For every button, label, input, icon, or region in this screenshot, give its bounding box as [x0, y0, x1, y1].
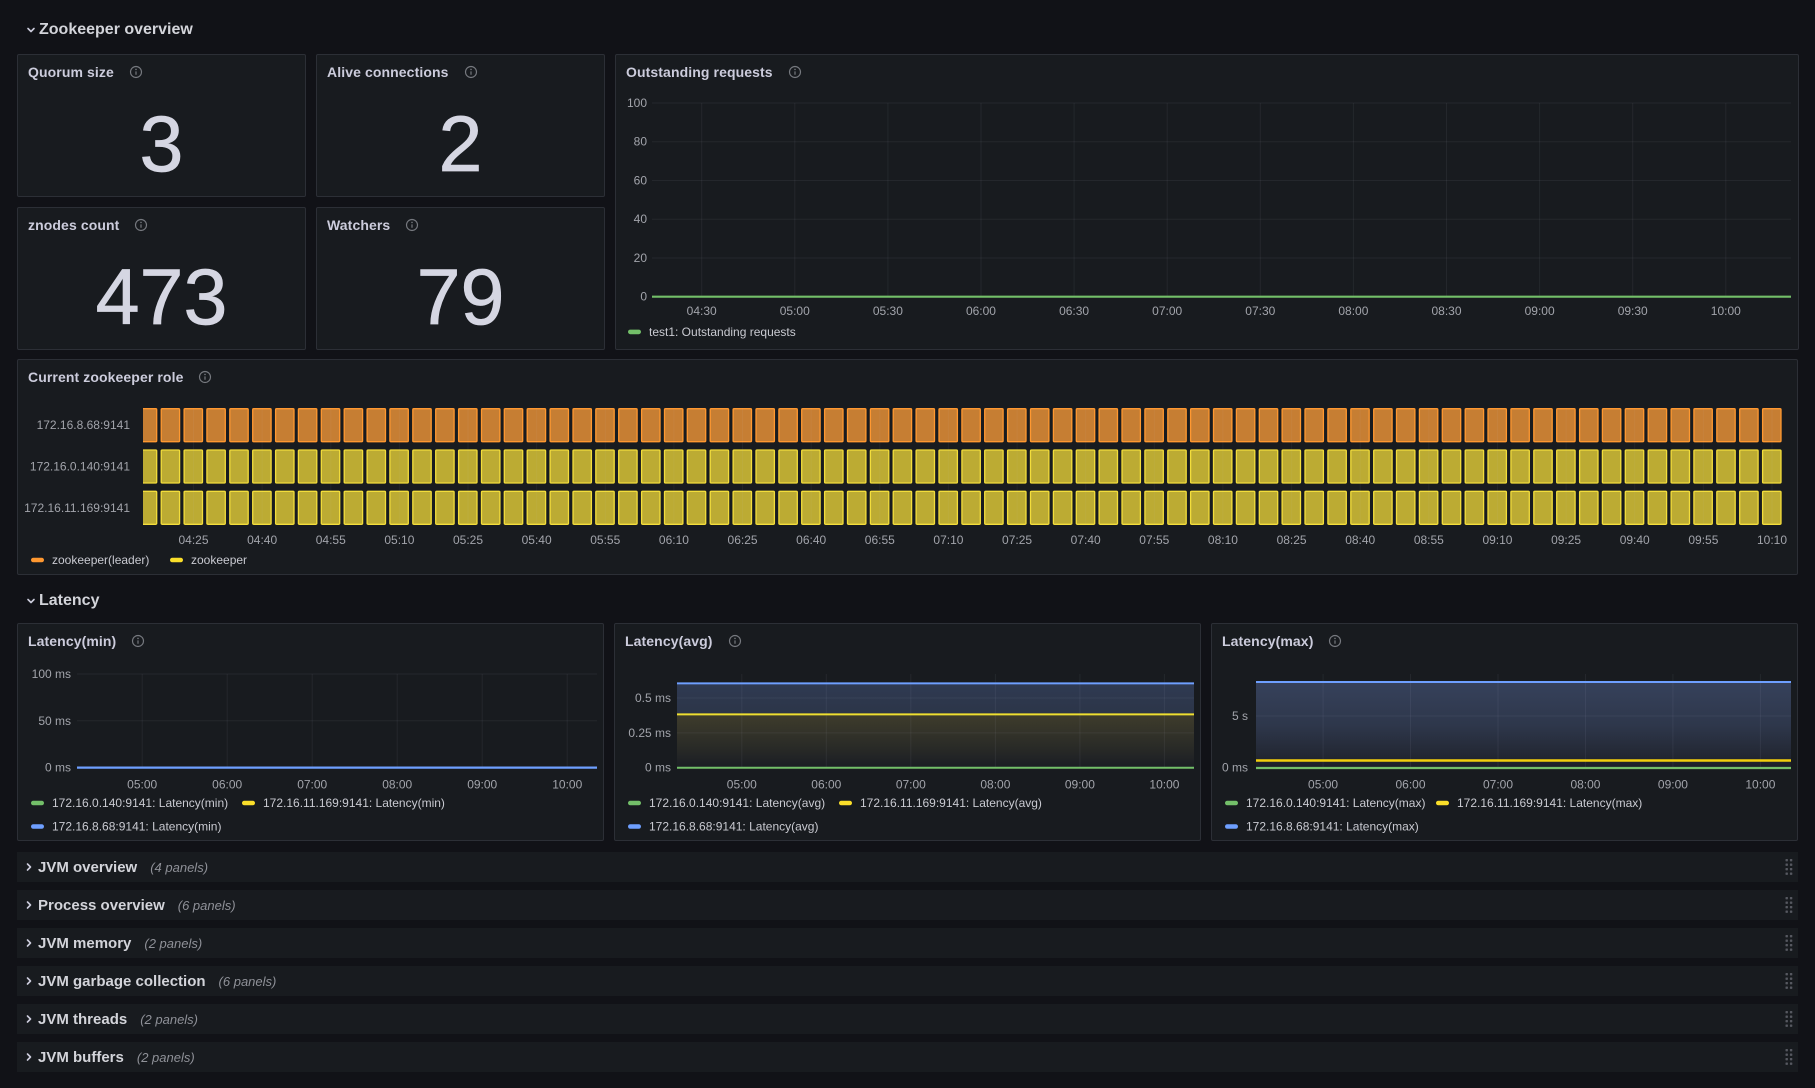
svg-text:10:00: 10:00	[552, 778, 582, 792]
svg-text:08:30: 08:30	[1431, 304, 1461, 318]
svg-text:10:00: 10:00	[1711, 304, 1741, 318]
svg-text:06:00: 06:00	[1396, 778, 1426, 792]
svg-text:172.16.11.169:9141: Latency(av: 172.16.11.169:9141: Latency(avg)	[860, 796, 1042, 810]
svg-text:05:40: 05:40	[522, 533, 552, 547]
svg-text:0.25 ms: 0.25 ms	[628, 726, 671, 740]
svg-text:0 ms: 0 ms	[1222, 761, 1248, 775]
svg-text:08:00: 08:00	[1570, 778, 1600, 792]
svg-text:05:00: 05:00	[1308, 778, 1338, 792]
svg-text:09:00: 09:00	[1065, 778, 1095, 792]
svg-text:08:00: 08:00	[382, 778, 412, 792]
svg-text:05:55: 05:55	[590, 533, 620, 547]
svg-text:10:10: 10:10	[1757, 533, 1787, 547]
svg-text:07:25: 07:25	[1002, 533, 1032, 547]
svg-text:05:10: 05:10	[384, 533, 414, 547]
svg-text:0 ms: 0 ms	[45, 761, 71, 775]
svg-text:172.16.0.140:9141: Latency(max: 172.16.0.140:9141: Latency(max)	[1246, 796, 1425, 810]
svg-text:09:00: 09:00	[467, 778, 497, 792]
svg-text:10:00: 10:00	[1149, 778, 1179, 792]
svg-text:06:55: 06:55	[865, 533, 895, 547]
svg-text:0.5 ms: 0.5 ms	[635, 691, 671, 705]
svg-text:06:00: 06:00	[966, 304, 996, 318]
svg-text:172.16.11.169:9141: 172.16.11.169:9141	[24, 501, 130, 515]
svg-text:07:40: 07:40	[1071, 533, 1101, 547]
svg-text:05:00: 05:00	[127, 778, 157, 792]
svg-text:05:00: 05:00	[727, 778, 757, 792]
svg-text:06:25: 06:25	[728, 533, 758, 547]
svg-text:07:00: 07:00	[297, 778, 327, 792]
svg-text:172.16.8.68:9141: Latency(avg): 172.16.8.68:9141: Latency(avg)	[649, 820, 818, 834]
svg-text:06:30: 06:30	[1059, 304, 1089, 318]
svg-text:zookeeper(leader): zookeeper(leader)	[52, 553, 149, 567]
svg-text:08:00: 08:00	[980, 778, 1010, 792]
svg-text:04:30: 04:30	[687, 304, 717, 318]
svg-text:50 ms: 50 ms	[38, 714, 71, 728]
svg-text:07:00: 07:00	[896, 778, 926, 792]
svg-text:08:25: 08:25	[1277, 533, 1307, 547]
svg-text:06:10: 06:10	[659, 533, 689, 547]
svg-text:80: 80	[634, 135, 648, 149]
svg-text:09:55: 09:55	[1688, 533, 1718, 547]
svg-text:04:40: 04:40	[247, 533, 277, 547]
svg-text:04:25: 04:25	[178, 533, 208, 547]
svg-text:07:00: 07:00	[1152, 304, 1182, 318]
svg-text:08:40: 08:40	[1345, 533, 1375, 547]
svg-text:09:00: 09:00	[1658, 778, 1688, 792]
svg-text:5 s: 5 s	[1232, 709, 1248, 723]
svg-text:100: 100	[627, 96, 647, 110]
svg-text:09:00: 09:00	[1525, 304, 1555, 318]
svg-text:60: 60	[634, 173, 648, 187]
svg-text:172.16.0.140:9141: 172.16.0.140:9141	[30, 460, 130, 474]
svg-text:172.16.0.140:9141: Latency(avg: 172.16.0.140:9141: Latency(avg)	[649, 796, 825, 810]
svg-text:172.16.11.169:9141: Latency(mi: 172.16.11.169:9141: Latency(min)	[263, 796, 445, 810]
svg-text:08:10: 08:10	[1208, 533, 1238, 547]
svg-text:test1: Outstanding requests: test1: Outstanding requests	[649, 325, 796, 339]
svg-text:172.16.8.68:9141: 172.16.8.68:9141	[37, 418, 131, 432]
svg-text:07:10: 07:10	[933, 533, 963, 547]
svg-text:05:30: 05:30	[873, 304, 903, 318]
svg-text:05:00: 05:00	[780, 304, 810, 318]
svg-text:40: 40	[634, 212, 648, 226]
svg-text:09:40: 09:40	[1620, 533, 1650, 547]
svg-text:09:30: 09:30	[1618, 304, 1648, 318]
svg-text:0 ms: 0 ms	[645, 761, 671, 775]
svg-text:100 ms: 100 ms	[32, 667, 71, 681]
svg-text:05:25: 05:25	[453, 533, 483, 547]
svg-text:0: 0	[640, 290, 647, 304]
svg-text:06:00: 06:00	[811, 778, 841, 792]
svg-text:09:25: 09:25	[1551, 533, 1581, 547]
svg-text:07:00: 07:00	[1483, 778, 1513, 792]
svg-text:172.16.8.68:9141: Latency(min): 172.16.8.68:9141: Latency(min)	[52, 820, 221, 834]
svg-text:172.16.0.140:9141: Latency(min: 172.16.0.140:9141: Latency(min)	[52, 796, 228, 810]
svg-text:172.16.11.169:9141: Latency(ma: 172.16.11.169:9141: Latency(max)	[1457, 796, 1642, 810]
svg-text:08:00: 08:00	[1338, 304, 1368, 318]
svg-text:08:55: 08:55	[1414, 533, 1444, 547]
svg-text:172.16.8.68:9141: Latency(max): 172.16.8.68:9141: Latency(max)	[1246, 820, 1419, 834]
svg-text:07:55: 07:55	[1139, 533, 1169, 547]
svg-text:09:10: 09:10	[1482, 533, 1512, 547]
svg-text:06:00: 06:00	[212, 778, 242, 792]
svg-text:zookeeper: zookeeper	[191, 553, 247, 567]
svg-text:04:55: 04:55	[316, 533, 346, 547]
svg-text:07:30: 07:30	[1245, 304, 1275, 318]
svg-text:10:00: 10:00	[1745, 778, 1775, 792]
svg-text:06:40: 06:40	[796, 533, 826, 547]
svg-text:20: 20	[634, 251, 648, 265]
